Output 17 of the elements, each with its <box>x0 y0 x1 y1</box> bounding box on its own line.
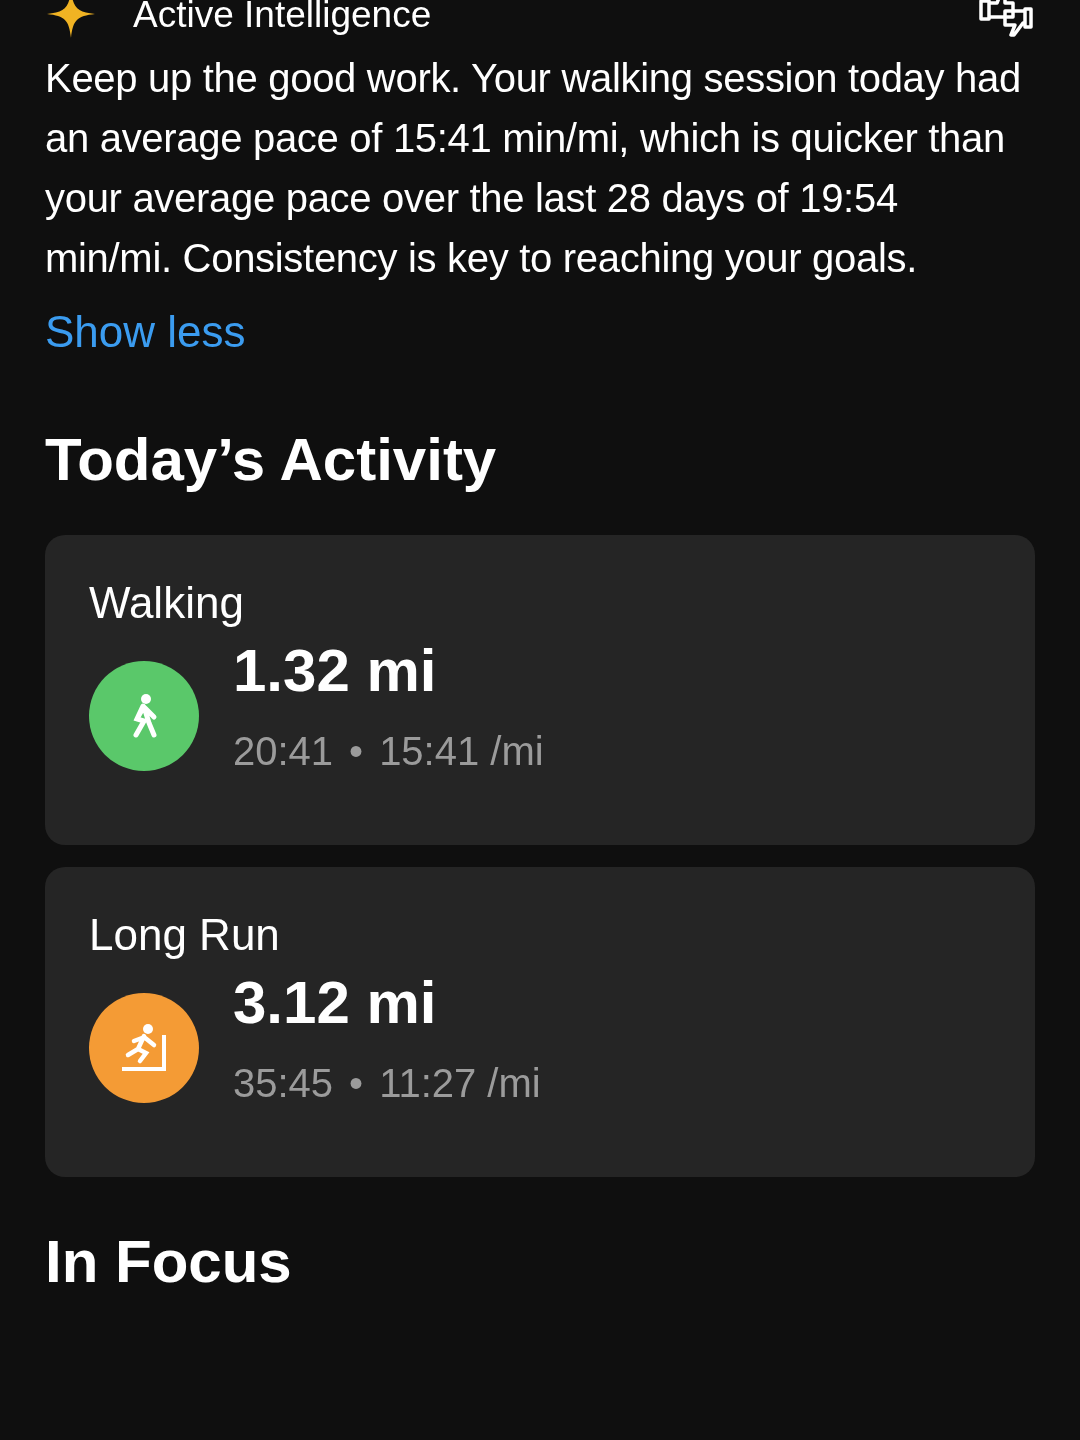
section-heading: In Focus <box>45 1228 293 1295</box>
separator-dot: • <box>349 1063 364 1104</box>
activity-name: Long Run <box>89 910 281 960</box>
activity-name: Walking <box>89 578 245 628</box>
distance-value: 3.12 mi <box>233 973 438 1034</box>
activity-card[interactable]: Long Run 3.12 mi 35:45 • 11:27 /mi <box>45 866 1035 1177</box>
duration-value: 20:41 <box>233 731 334 772</box>
section-heading: Today’s Activity <box>45 426 498 493</box>
separator-dot: • <box>349 731 364 772</box>
section-title: Active Intelligence <box>133 0 433 33</box>
activity-card[interactable]: Walking 1.32 mi 20:41 • 15:41 /mi <box>45 534 1035 845</box>
pace-value: 15:41 /mi <box>379 731 544 772</box>
insight-text: Keep up the good work. Your walking session today had an average pace of 15:41 min/mi, which is quicker than your average pace over the last 28 days of 19:54 min/mi. Consistency is key to reaching your goals. <box>45 55 1022 282</box>
show-less-link[interactable]: Show less <box>45 306 246 359</box>
pace-value: 11:27 /mi <box>379 1063 541 1104</box>
distance-value: 1.32 mi <box>233 641 438 702</box>
duration-value: 35:45 <box>233 1063 334 1104</box>
